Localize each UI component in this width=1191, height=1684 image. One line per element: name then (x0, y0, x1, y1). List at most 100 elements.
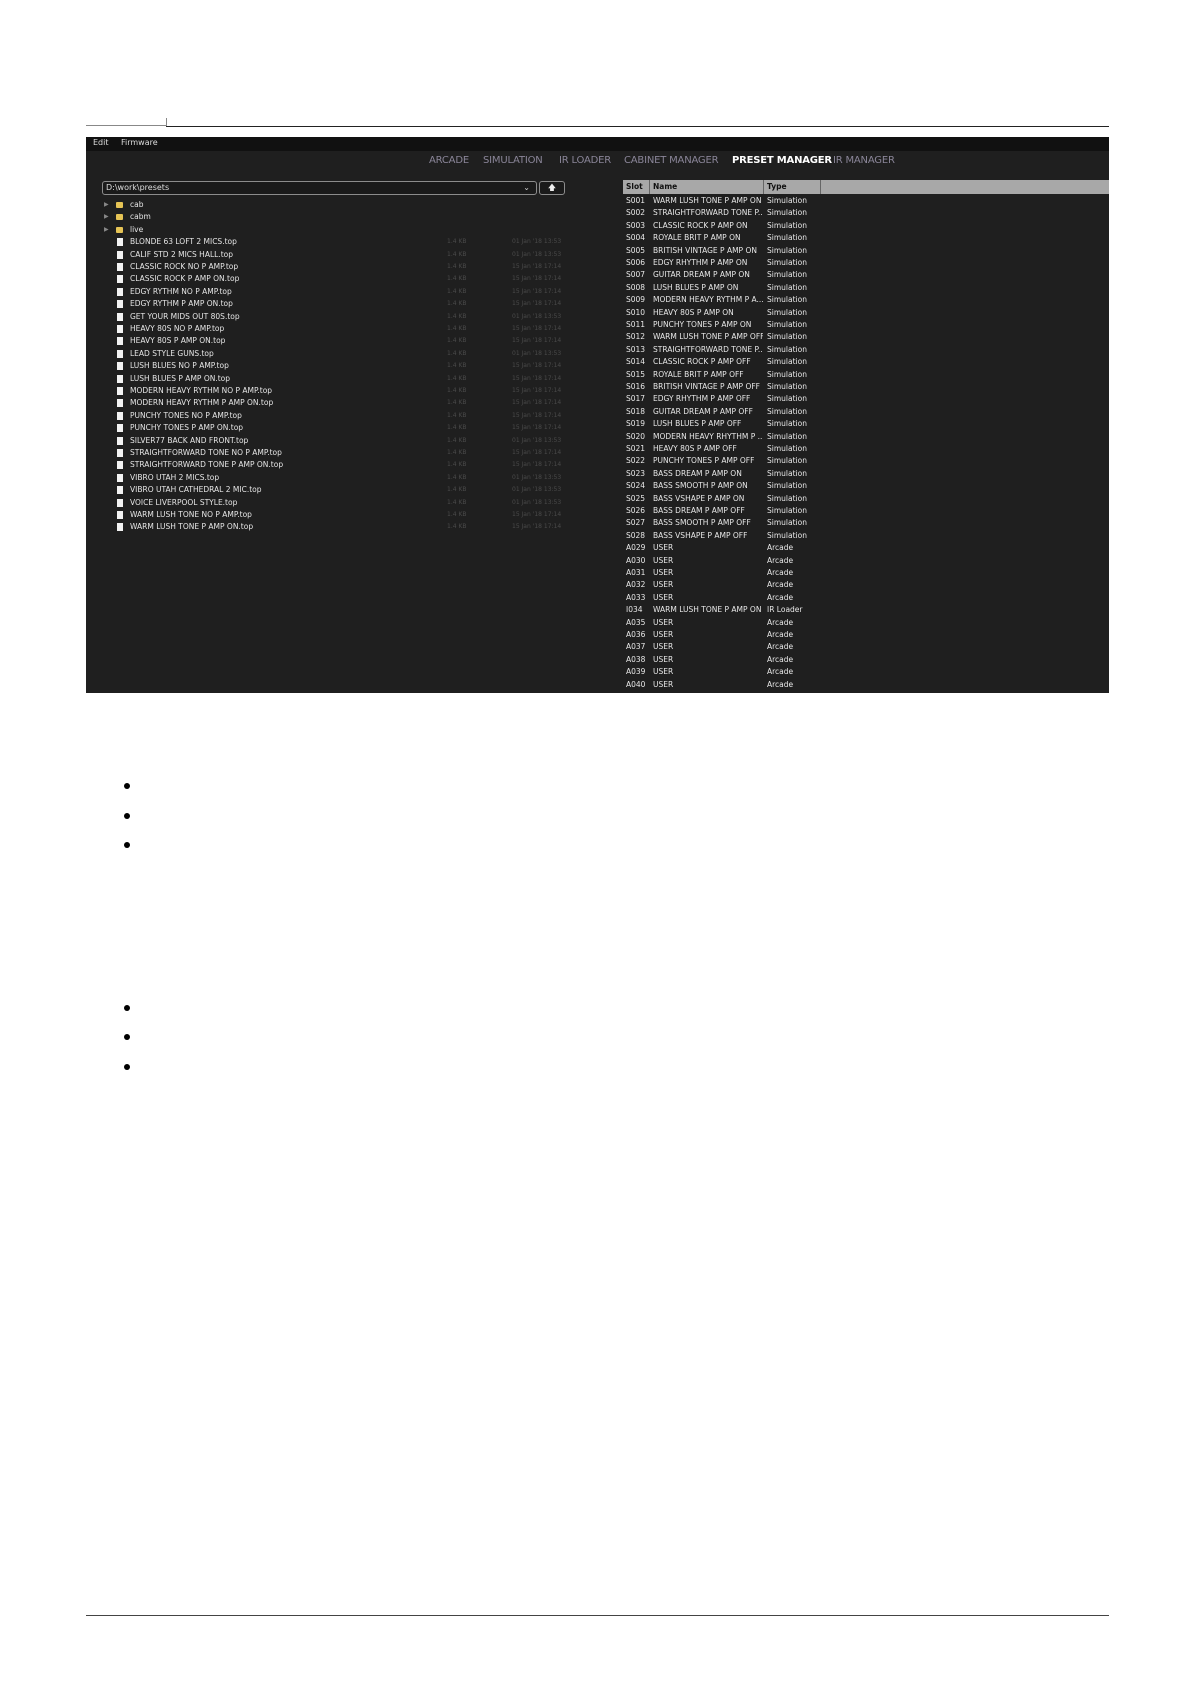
expand-arrow-icon[interactable]: ▶ (104, 211, 109, 223)
file-icon (117, 312, 123, 321)
tab-cabinet-manager[interactable]: CABINET MANAGER (624, 155, 719, 166)
file-date: 15 Jan '18 17:14 (512, 424, 562, 432)
table-row[interactable]: S022 PUNCHY TONES P AMP OFF Simulation (623, 455, 1109, 467)
file-item[interactable]: LUSH BLUES P AMP ON.top 1.4 KB 15 Jan '18 … (102, 373, 642, 385)
menu-edit[interactable]: Edit (93, 138, 109, 147)
file-name: EDGY RYTHM NO P AMP.top (130, 286, 232, 296)
table-row[interactable]: S012 WARM LUSH TONE P AMP OFF Simulation (623, 331, 1109, 343)
table-row[interactable]: S007 GUITAR DREAM P AMP ON Simulation (623, 269, 1109, 281)
file-item[interactable]: EDGY RYTHM P AMP ON.top 1.4 KB 15 Jan '18 … (102, 298, 642, 310)
file-item[interactable]: WARM LUSH TONE NO P AMP.top 1.4 KB 15 Jan … (102, 509, 642, 521)
table-row[interactable]: A040 USER Arcade (623, 679, 1109, 691)
file-item[interactable]: CLASSIC ROCK P AMP ON.top 1.4 KB 15 Jan '1… (102, 273, 642, 285)
cell-slot: S013 (626, 344, 646, 354)
cell-slot: S024 (626, 481, 646, 491)
table-row[interactable]: S023 BASS DREAM P AMP ON Simulation (623, 468, 1109, 480)
table-row[interactable]: S027 BASS SMOOTH P AMP OFF Simulation (623, 517, 1109, 529)
file-item[interactable]: STRAIGHTFORWARD TONE P AMP ON.top 1.4 KB 1… (102, 459, 642, 471)
table-row[interactable]: A029 USER Arcade (623, 542, 1109, 554)
up-folder-button[interactable]: 🡅 (539, 181, 565, 195)
table-row[interactable]: S014 CLASSIC ROCK P AMP OFF Simulation (623, 356, 1109, 368)
table-row[interactable]: A030 USER Arcade (623, 555, 1109, 567)
table-row[interactable]: A033 USER Arcade (623, 592, 1109, 604)
table-row[interactable]: S018 GUITAR DREAM P AMP OFF Simulation (623, 406, 1109, 418)
tab-ir-manager[interactable]: IR MANAGER (833, 155, 895, 166)
table-row[interactable]: S019 LUSH BLUES P AMP OFF Simulation (623, 418, 1109, 430)
table-row[interactable]: S016 BRITISH VINTAGE P AMP OFF Simulation (623, 381, 1109, 393)
path-dropdown[interactable]: D:\work\presets ⌄ (102, 181, 537, 195)
tab-arcade[interactable]: ARCADE (429, 155, 469, 166)
table-row[interactable]: A038 USER Arcade (623, 654, 1109, 666)
table-row[interactable]: S011 PUNCHY TONES P AMP ON Simulation (623, 319, 1109, 331)
file-item[interactable]: EDGY RYTHM NO P AMP.top 1.4 KB 15 Jan '18 … (102, 286, 642, 298)
expand-arrow-icon[interactable]: ▶ (104, 199, 109, 211)
file-item[interactable]: LEAD STYLE GUNS.top 1.4 KB 01 Jan '18 13:5… (102, 348, 642, 360)
column-header-slot[interactable]: Slot (623, 180, 650, 194)
table-row[interactable]: A031 USER Arcade (623, 567, 1109, 579)
cell-type: Arcade (767, 642, 794, 652)
tab-simulation[interactable]: SIMULATION (483, 155, 543, 166)
table-row[interactable]: S015 ROYALE BRIT P AMP OFF Simulation (623, 369, 1109, 381)
cell-type: Simulation (767, 406, 807, 416)
file-item[interactable]: VIBRO UTAH CATHEDRAL 2 MIC.top 1.4 KB 01 J… (102, 484, 642, 496)
table-row[interactable]: S013 STRAIGHTFORWARD TONE P... Simulation (623, 344, 1109, 356)
table-row[interactable]: A032 USER Arcade (623, 579, 1109, 591)
file-item[interactable]: VIBRO UTAH 2 MICS.top 1.4 KB 01 Jan '18 13… (102, 472, 642, 484)
cell-name: USER (653, 555, 674, 565)
cell-type: Arcade (767, 679, 794, 689)
table-row[interactable]: S005 BRITISH VINTAGE P AMP ON Simulation (623, 245, 1109, 257)
folder-item[interactable]: ▶ cabm (102, 211, 642, 223)
table-row[interactable]: S008 LUSH BLUES P AMP ON Simulation (623, 282, 1109, 294)
file-item[interactable]: CALIF STD 2 MICS HALL.top 1.4 KB 01 Jan '1… (102, 249, 642, 261)
table-row[interactable]: A036 USER Arcade (623, 629, 1109, 641)
file-item[interactable]: GET YOUR MIDS OUT 80S.top 1.4 KB 01 Jan '1… (102, 311, 642, 323)
table-row[interactable]: S003 CLASSIC ROCK P AMP ON Simulation (623, 220, 1109, 232)
file-item[interactable]: PUNCHY TONES P AMP ON.top 1.4 KB 15 Jan '1… (102, 422, 642, 434)
file-item[interactable]: WARM LUSH TONE P AMP ON.top 1.4 KB 15 Jan … (102, 521, 642, 533)
table-row[interactable]: S004 ROYALE BRIT P AMP ON Simulation (623, 232, 1109, 244)
table-row[interactable]: S025 BASS VSHAPE P AMP ON Simulation (623, 493, 1109, 505)
nav-tabs: ARCADE SIMULATION IR LOADER CABINET MANA… (86, 155, 1109, 173)
file-item[interactable]: VOICE LIVERPOOL STYLE.top 1.4 KB 01 Jan '1… (102, 497, 642, 509)
file-item[interactable]: SILVER77 BACK AND FRONT.top 1.4 KB 01 Jan … (102, 435, 642, 447)
table-row[interactable]: S006 EDGY RHYTHM P AMP ON Simulation (623, 257, 1109, 269)
file-item[interactable]: PUNCHY TONES NO P AMP.top 1.4 KB 15 Jan '1… (102, 410, 642, 422)
menu-firmware[interactable]: Firmware (121, 138, 158, 147)
file-item[interactable]: STRAIGHTFORWARD TONE NO P AMP.top 1.4 KB 1… (102, 447, 642, 459)
cell-slot: S017 (626, 394, 646, 404)
folder-item[interactable]: ▶ cab (102, 199, 642, 211)
column-header-name[interactable]: Name (650, 180, 764, 194)
table-row[interactable]: S001 WARM LUSH TONE P AMP ON Simulation (623, 195, 1109, 207)
tab-ir-loader[interactable]: IR LOADER (559, 155, 611, 166)
table-row[interactable]: A039 USER Arcade (623, 666, 1109, 678)
column-header-type[interactable]: Type (764, 180, 821, 194)
table-row[interactable]: I034 WARM LUSH TONE P AMP ON IR Loader (623, 604, 1109, 616)
tab-preset-manager[interactable]: PRESET MANAGER (732, 155, 832, 166)
table-row[interactable]: S026 BASS DREAM P AMP OFF Simulation (623, 505, 1109, 517)
table-row[interactable]: A035 USER Arcade (623, 617, 1109, 629)
table-row[interactable]: S009 MODERN HEAVY RYTHM P A... Simulation (623, 294, 1109, 306)
file-item[interactable]: MODERN HEAVY RYTHM NO P AMP.top 1.4 KB 15 … (102, 385, 642, 397)
table-row[interactable]: S010 HEAVY 80S P AMP ON Simulation (623, 307, 1109, 319)
file-item[interactable]: HEAVY 80S P AMP ON.top 1.4 KB 15 Jan '18 1… (102, 335, 642, 347)
file-item[interactable]: BLONDE 63 LOFT 2 MICS.top 1.4 KB 01 Jan '1… (102, 236, 642, 248)
folder-item[interactable]: ▶ live (102, 224, 642, 236)
table-row[interactable]: A037 USER Arcade (623, 641, 1109, 653)
file-icon (117, 325, 123, 333)
file-icon (117, 300, 123, 309)
table-row[interactable]: S024 BASS SMOOTH P AMP ON Simulation (623, 480, 1109, 492)
file-date: 01 Jan '18 13:53 (512, 473, 562, 481)
table-row[interactable]: S017 EDGY RHYTHM P AMP OFF Simulation (623, 393, 1109, 405)
arrow-up-icon: 🡅 (547, 183, 557, 192)
file-item[interactable]: HEAVY 80S NO P AMP.top 1.4 KB 15 Jan '18 1… (102, 323, 642, 335)
table-row[interactable]: S020 MODERN HEAVY RHYTHM P ... Simulation (623, 431, 1109, 443)
expand-arrow-icon[interactable]: ▶ (104, 224, 109, 236)
file-item[interactable]: LUSH BLUES NO P AMP.top 1.4 KB 15 Jan '18 … (102, 360, 642, 372)
table-row[interactable]: S002 STRAIGHTFORWARD TONE P... Simulation (623, 207, 1109, 219)
cell-name: CLASSIC ROCK P AMP ON (653, 220, 748, 230)
file-item[interactable]: CLASSIC ROCK NO P AMP.top 1.4 KB 15 Jan '1… (102, 261, 642, 273)
file-size: 1.4 KB (447, 374, 467, 382)
table-row[interactable]: S028 BASS VSHAPE P AMP OFF Simulation (623, 530, 1109, 542)
table-row[interactable]: S021 HEAVY 80S P AMP OFF Simulation (623, 443, 1109, 455)
file-item[interactable]: MODERN HEAVY RYTHM P AMP ON.top 1.4 KB 15 … (102, 397, 642, 409)
